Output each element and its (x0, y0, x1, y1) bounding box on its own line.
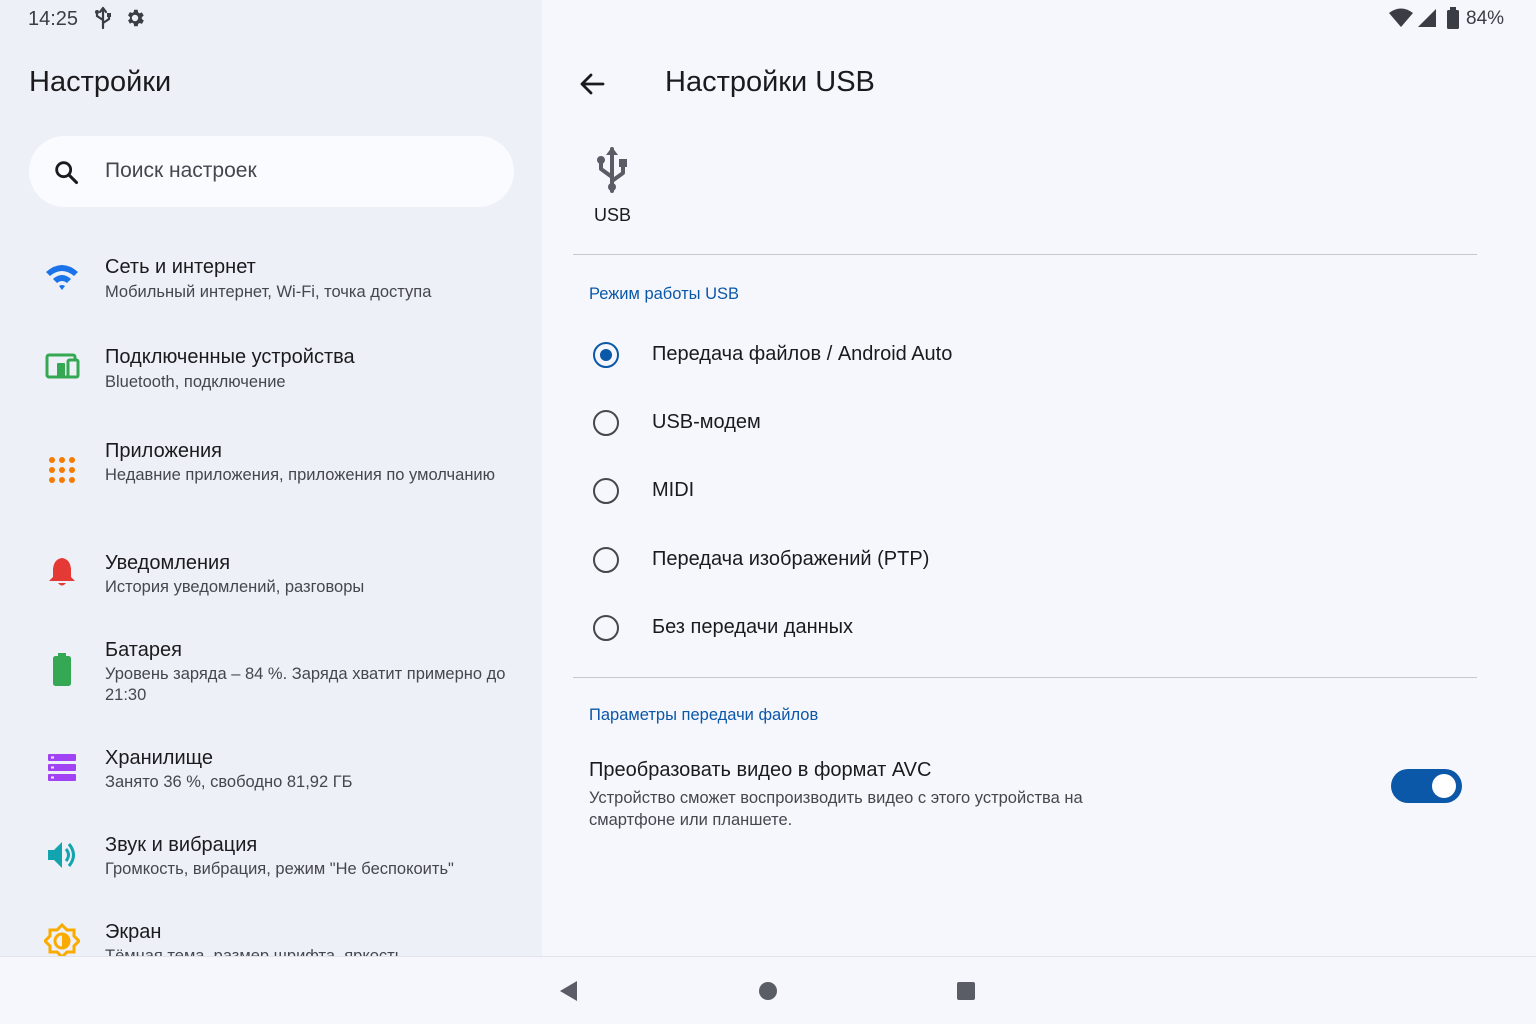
usb-settings-title: Настройки USB (665, 66, 875, 98)
bell-icon (44, 554, 80, 590)
search-bar[interactable]: Поиск настроек (29, 136, 514, 207)
connected-devices-icon (44, 350, 80, 386)
search-icon (52, 158, 80, 191)
usb-mode-header: Режим работы USB (589, 285, 739, 303)
usb-mode-option-file-transfer[interactable]: Передача файлов / Android Auto (573, 326, 1477, 386)
recents-nav-icon[interactable] (955, 979, 977, 1008)
radio-label: USB-модем (652, 411, 761, 433)
menu-item-subtitle: Тёмная тема, размер шрифта, яркость (105, 947, 404, 956)
radio-label: Передача изображений (PTP) (652, 548, 930, 570)
menu-item-title: Звук и вибрация (105, 834, 258, 856)
radio-button-selected[interactable] (593, 342, 619, 368)
gear-icon (124, 6, 146, 35)
usb-icon (594, 145, 630, 198)
status-time: 14:25 (28, 8, 79, 30)
avc-convert-title[interactable]: Преобразовать видео в формат AVC (589, 759, 931, 782)
battery-percent: 84% (1466, 8, 1505, 29)
brightness-icon (42, 922, 82, 956)
battery-icon (1446, 7, 1460, 34)
menu-item-storage[interactable]: Хранилище Занято 36 %, свободно 81,92 ГБ (0, 739, 542, 809)
battery-icon (44, 651, 80, 687)
volume-icon (44, 837, 80, 873)
menu-item-subtitle: Мобильный интернет, Wi-Fi, точка доступа (105, 283, 432, 301)
back-nav-icon[interactable] (557, 979, 579, 1008)
menu-item-title: Сеть и интернет (105, 256, 256, 278)
toggle-knob (1432, 774, 1456, 798)
menu-item-title: Экран (105, 921, 162, 943)
radio-label: Передача файлов / Android Auto (652, 343, 953, 365)
usb-mode-option-usb-modem[interactable]: USB-модем (573, 394, 1477, 454)
wifi-icon (44, 260, 80, 296)
menu-item-apps[interactable]: Приложения Недавние приложения, приложен… (0, 432, 542, 512)
radio-button[interactable] (593, 615, 619, 641)
divider (573, 677, 1477, 678)
radio-label: Без передачи данных (652, 616, 854, 638)
apps-grid-icon (44, 452, 80, 488)
home-nav-icon[interactable] (757, 979, 779, 1008)
usb-icon (93, 6, 113, 35)
storage-icon (44, 750, 80, 786)
menu-item-sound[interactable]: Звук и вибрация Громкость, вибрация, реж… (0, 826, 542, 896)
radio-button[interactable] (593, 547, 619, 573)
wifi-signal-icon (1388, 8, 1414, 33)
radio-button[interactable] (593, 478, 619, 504)
menu-item-title: Приложения (105, 440, 223, 462)
menu-item-subtitle: Уровень заряда – 84 %. Заряда хватит при… (105, 665, 506, 704)
usb-mode-option-ptp[interactable]: Передача изображений (PTP) (573, 531, 1477, 591)
page-title: Настройки (29, 66, 172, 98)
radio-button[interactable] (593, 410, 619, 436)
menu-item-display[interactable]: Экран Тёмная тема, размер шрифта, яркост… (0, 913, 542, 956)
menu-item-title: Хранилище (105, 747, 213, 769)
menu-item-subtitle: Занято 36 %, свободно 81,92 ГБ (105, 773, 353, 791)
search-placeholder: Поиск настроек (105, 159, 257, 182)
menu-item-title: Батарея (105, 639, 182, 661)
menu-item-notifications[interactable]: Уведомления История уведомлений, разгово… (0, 544, 542, 614)
menu-item-battery[interactable]: Батарея Уровень заряда – 84 %. Заряда хв… (0, 631, 542, 711)
avc-convert-subtitle: Устройство сможет воспроизводить видео с… (589, 789, 1083, 829)
usb-mode-option-midi[interactable]: MIDI (573, 462, 1477, 522)
radio-label: MIDI (652, 479, 695, 501)
menu-item-title: Подключенные устройства (105, 346, 355, 368)
menu-item-subtitle: Громкость, вибрация, режим "Не беспокоит… (105, 860, 454, 878)
menu-item-subtitle: Bluetooth, подключение (105, 373, 286, 391)
avc-convert-toggle[interactable] (1391, 769, 1462, 803)
menu-item-subtitle: Недавние приложения, приложения по умолч… (105, 466, 496, 484)
back-arrow-icon[interactable] (578, 70, 606, 103)
usb-label: USB (594, 205, 632, 225)
navigation-bar (0, 956, 1536, 1024)
file-transfer-header: Параметры передачи файлов (589, 706, 819, 724)
menu-item-subtitle: История уведомлений, разговоры (105, 578, 365, 596)
menu-item-network[interactable]: Сеть и интернет Мобильный интернет, Wi-F… (0, 248, 542, 318)
divider (573, 254, 1477, 255)
menu-item-title: Уведомления (105, 552, 231, 574)
menu-item-connected-devices[interactable]: Подключенные устройства Bluetooth, подкл… (0, 338, 542, 408)
cell-signal-icon (1416, 8, 1438, 33)
usb-mode-option-no-data[interactable]: Без передачи данных (573, 599, 1477, 659)
